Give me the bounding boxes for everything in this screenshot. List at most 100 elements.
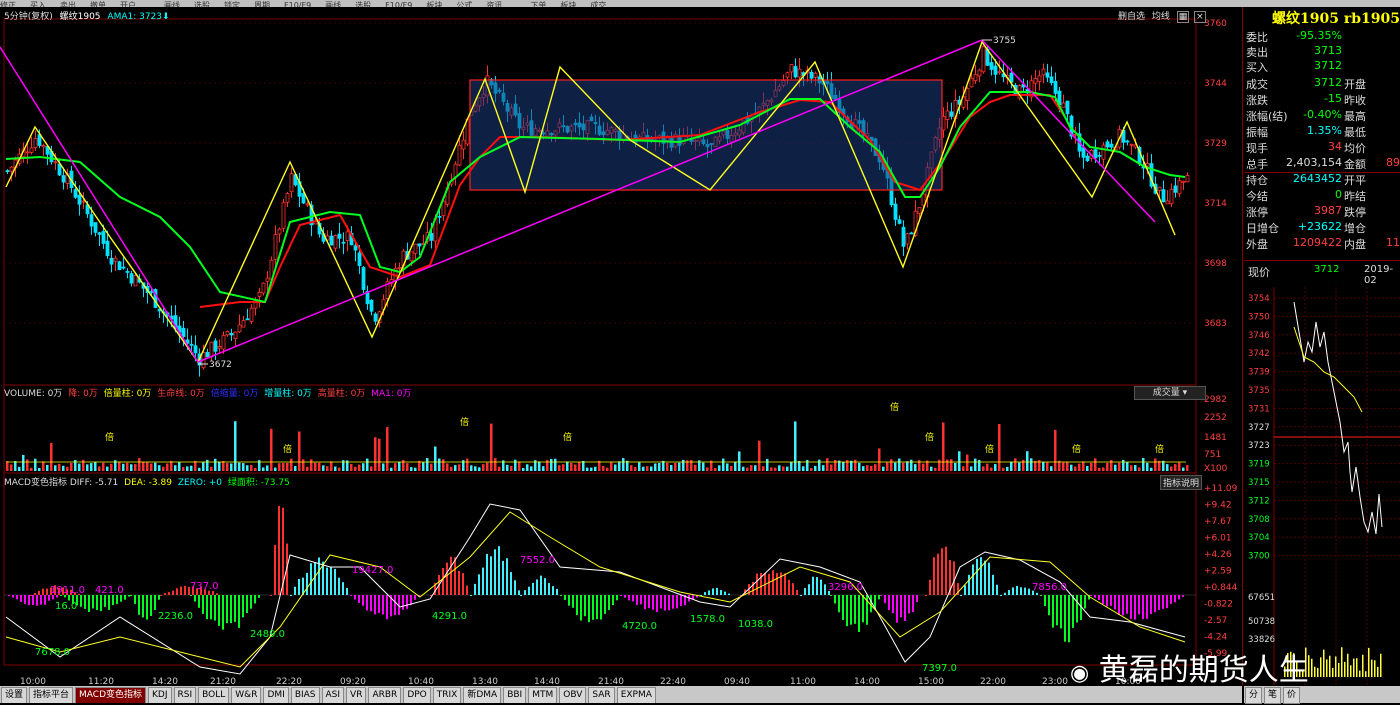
candle-body	[62, 176, 65, 182]
vol-increase-label: 增量柱: 0万	[264, 389, 312, 399]
mini-tab[interactable]: 笔	[1264, 687, 1281, 704]
indicator-tab[interactable]: 设置	[1, 687, 27, 703]
volume-bar	[1134, 465, 1137, 471]
macd-histogram-bar	[624, 595, 626, 598]
remove-favorite-button[interactable]: 删自选	[1118, 12, 1145, 22]
quote-row: 现手 34 均价	[1244, 140, 1400, 156]
vol-down-label: 降: 0万	[68, 389, 98, 399]
time-tick-label: 14:20	[152, 677, 178, 686]
close-icon[interactable]: ×	[1194, 11, 1206, 23]
volume-bar	[582, 461, 585, 471]
double-volume-marker: 倍	[925, 431, 934, 443]
macd-area-label: 7678.0	[35, 647, 70, 658]
candle-body	[334, 235, 337, 248]
macd-histogram-bar	[250, 595, 252, 609]
candle-body	[78, 195, 81, 204]
volume-bar	[542, 466, 545, 471]
volume-bar	[1086, 466, 1089, 471]
indicator-tab[interactable]: EXPMA	[617, 687, 656, 703]
volume-bar	[170, 461, 173, 471]
indicator-tab[interactable]: 新DMA	[463, 687, 501, 703]
mini-price-tick: 3746	[1248, 331, 1270, 341]
indicator-tab[interactable]: SAR	[588, 687, 614, 703]
quote-label: 今结	[1246, 188, 1268, 204]
indicator-tab[interactable]: BIAS	[291, 687, 320, 703]
indicator-tab[interactable]: W&R	[231, 687, 261, 703]
indicator-tab[interactable]: VR	[346, 687, 366, 703]
quote-label-2: 跌停	[1344, 204, 1366, 220]
macd-area-label: 737.0	[190, 581, 219, 592]
macd-histogram-bar	[80, 595, 82, 607]
candle-body	[978, 70, 981, 76]
candle-body	[1186, 176, 1189, 182]
volume-bar	[214, 459, 217, 471]
volume-bar	[210, 467, 213, 471]
macd-histogram-bar	[158, 595, 160, 600]
candle-body	[414, 244, 417, 253]
indicator-tab[interactable]: DMI	[263, 687, 288, 703]
indicator-tab[interactable]: ASI	[322, 687, 345, 703]
mini-tab[interactable]: 价	[1283, 687, 1300, 704]
volume-bar	[178, 462, 181, 471]
candle-body	[1158, 187, 1161, 190]
macd-diff-label: MACD变色指标 DIFF: -5.71	[4, 478, 118, 488]
volume-bar	[650, 466, 653, 471]
macd-histogram-bar	[394, 595, 396, 615]
candle-body	[462, 140, 465, 149]
indicator-tab[interactable]: DPO	[403, 687, 430, 703]
indicator-tab[interactable]: ARBR	[368, 687, 401, 703]
volume-bar	[674, 463, 677, 471]
time-tick-label: 15:00	[918, 677, 944, 686]
mini-vol-tick: 67651	[1248, 593, 1275, 603]
volume-bar	[882, 467, 885, 471]
volume-bar	[794, 421, 797, 471]
quote-value: -15	[1324, 92, 1342, 105]
indicator-help-button[interactable]: 指标说明	[1160, 475, 1202, 490]
mini-price-tick: 3704	[1248, 533, 1270, 543]
macd-histogram-bar	[596, 595, 598, 619]
indicator-tab[interactable]: TRIX	[433, 687, 462, 703]
candle-body	[126, 271, 129, 272]
macd-histogram-bar	[222, 595, 224, 630]
ma-toggle-button[interactable]: 均线	[1152, 12, 1170, 22]
macd-histogram-bar	[664, 595, 666, 611]
indicator-tab[interactable]: BBI	[503, 687, 526, 703]
indicator-tab[interactable]: OBV	[559, 687, 586, 703]
indicator-tab[interactable]: MACD变色指标	[75, 687, 146, 703]
macd-histogram-bar	[514, 580, 516, 595]
macd-histogram-bar	[888, 595, 890, 610]
macd-histogram-bar	[824, 584, 826, 595]
macd-histogram-bar	[406, 595, 408, 609]
volume-bar	[758, 441, 761, 471]
macd-histogram-bar	[1090, 595, 1092, 596]
volume-bar	[1126, 462, 1129, 471]
settings-icon[interactable]: ▦	[1177, 11, 1190, 23]
candle-body	[262, 283, 265, 293]
indicator-tab[interactable]: KDJ	[148, 687, 172, 703]
volume-bar	[842, 462, 845, 471]
macd-histogram-bar	[150, 595, 152, 616]
macd-histogram-bar	[108, 595, 110, 610]
indicator-tab[interactable]: BOLL	[198, 687, 229, 703]
volume-selector[interactable]: 成交量 ▾	[1134, 386, 1206, 400]
volume-bar	[1070, 465, 1073, 471]
indicator-tab[interactable]: 指标平台	[29, 687, 73, 703]
volume-bar	[306, 467, 309, 471]
macd-histogram-bar	[1146, 595, 1148, 619]
price-tick-label: 3744	[1204, 79, 1227, 89]
indicator-tab[interactable]: MTM	[528, 687, 557, 703]
macd-area-label: 16.0	[55, 601, 77, 612]
macd-histogram-bar	[704, 592, 706, 595]
volume-bar	[66, 467, 69, 471]
volume-bar	[646, 466, 649, 471]
quote-label: 卖出	[1246, 44, 1268, 60]
indicator-tab[interactable]: RSI	[174, 687, 197, 703]
volume-bar	[958, 451, 961, 471]
macd-histogram-bar	[892, 595, 894, 613]
volume-bar	[902, 463, 905, 471]
mini-tab[interactable]: 分	[1245, 687, 1262, 704]
volume-bar	[934, 468, 937, 471]
volume-bar	[658, 463, 661, 471]
time-tick-label: 10:40	[408, 677, 434, 686]
candle-body	[222, 335, 225, 349]
